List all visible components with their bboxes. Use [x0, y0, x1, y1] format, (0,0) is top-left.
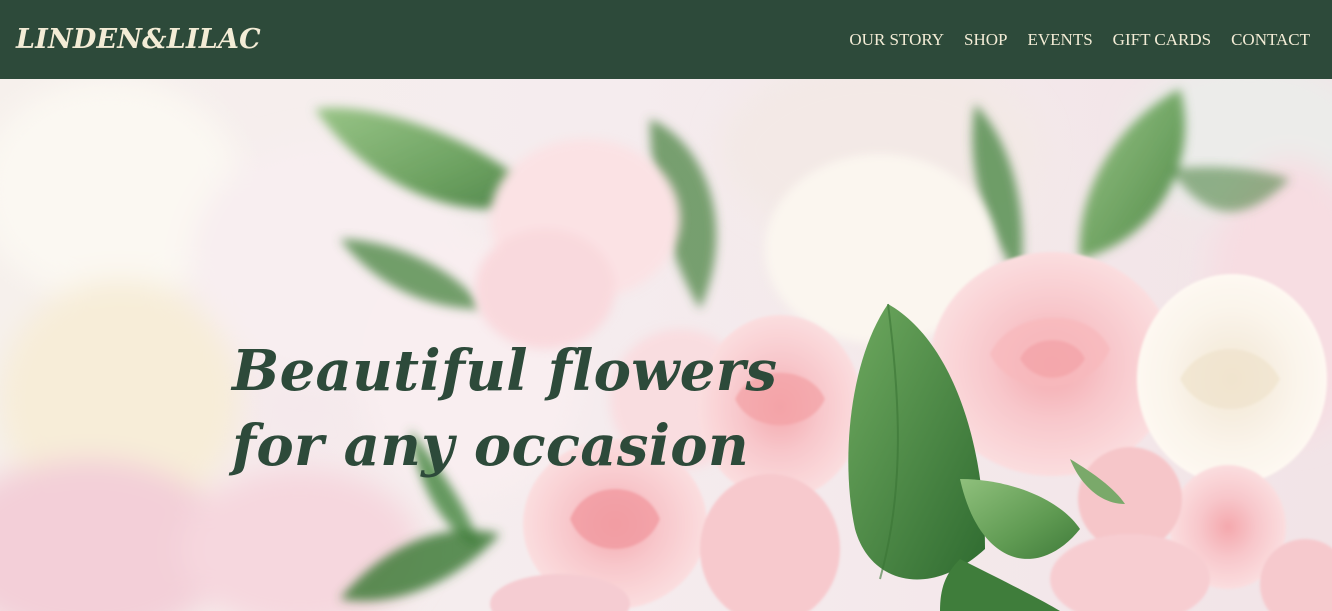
site-header: LINDEN&LILAC OUR STORY SHOP EVENTS GIFT … [0, 0, 1332, 79]
nav-link-events[interactable]: EVENTS [1028, 30, 1093, 50]
main-nav: OUR STORY SHOP EVENTS GIFT CARDS CONTACT [849, 30, 1310, 50]
hero-section: Beautiful flowers for any occasion [0, 79, 1332, 611]
nav-link-contact[interactable]: CONTACT [1231, 30, 1310, 50]
nav-link-our-story[interactable]: OUR STORY [849, 30, 944, 50]
nav-link-shop[interactable]: SHOP [964, 30, 1007, 50]
hero-headline-line-2: for any occasion [232, 413, 749, 479]
hero-headline: Beautiful flowers for any occasion [232, 334, 777, 484]
brand-logo[interactable]: LINDEN&LILAC [16, 24, 261, 55]
nav-link-gift-cards[interactable]: GIFT CARDS [1113, 30, 1211, 50]
hero-headline-line-1: Beautiful flowers [232, 338, 778, 404]
